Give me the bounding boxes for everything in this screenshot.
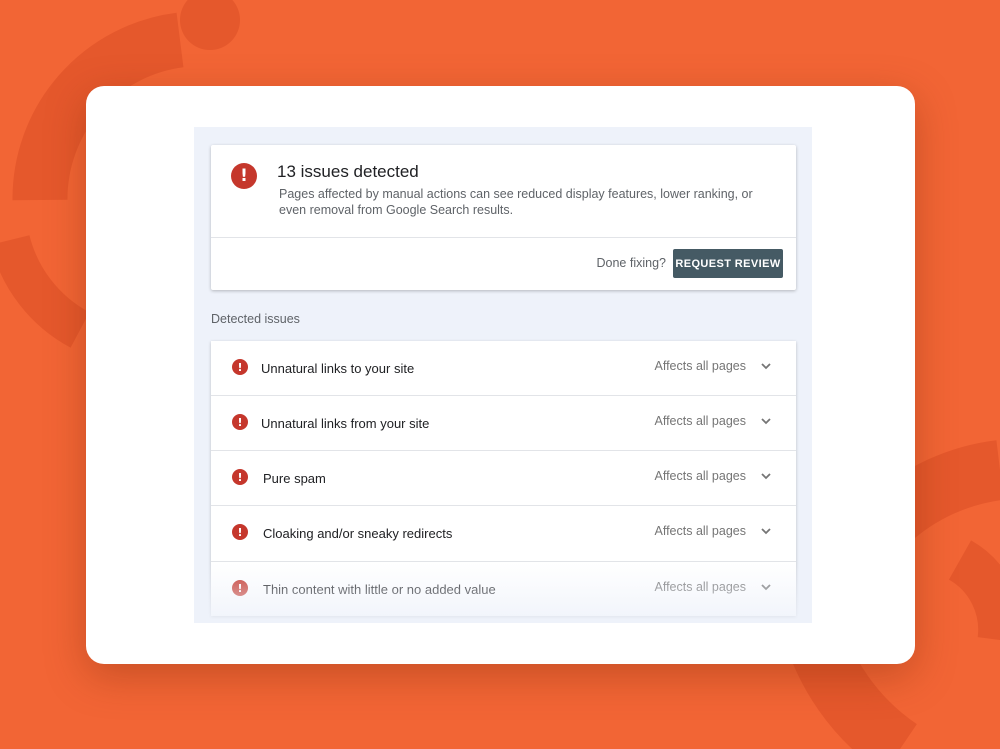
divider [211,237,796,238]
issue-list: ! Unnatural links to your site Affects a… [211,341,796,616]
content-card: ! 13 issues detected Pages affected by m… [86,86,915,664]
issue-scope: Affects all pages [654,580,747,594]
chevron-down-icon[interactable] [760,525,772,537]
issue-scope: Affects all pages [654,359,747,373]
issue-row[interactable]: ! Unnatural links from your site Affects… [211,396,796,451]
issue-title: Unnatural links to your site [261,361,415,376]
error-icon: ! [232,414,248,430]
summary-description: Pages affected by manual actions can see… [279,187,753,217]
manual-actions-panel: ! 13 issues detected Pages affected by m… [194,127,812,623]
section-label: Detected issues [211,312,300,326]
issue-title: Cloaking and/or sneaky redirects [263,526,453,541]
error-icon: ! [232,469,248,485]
issue-row[interactable]: ! Thin content with little or no added v… [211,562,796,616]
chevron-down-icon[interactable] [760,415,772,427]
chevron-down-icon[interactable] [760,360,772,372]
summary-title: 13 issues detected [277,162,419,181]
issue-row[interactable]: ! Pure spam Affects all pages [211,451,796,506]
error-icon: ! [232,524,248,540]
issue-row[interactable]: ! Cloaking and/or sneaky redirects Affec… [211,506,796,562]
error-icon: ! [232,359,248,375]
issue-scope: Affects all pages [654,524,747,538]
issue-scope: Affects all pages [654,469,747,483]
issue-title: Thin content with little or no added val… [263,582,496,597]
chevron-down-icon[interactable] [760,581,772,593]
request-review-button[interactable]: REQUEST REVIEW [673,249,783,278]
issue-row[interactable]: ! Unnatural links to your site Affects a… [211,341,796,396]
issue-title: Unnatural links from your site [261,416,430,431]
done-fixing-label: Done fixing? [596,256,667,270]
chevron-down-icon[interactable] [760,470,772,482]
error-icon: ! [232,580,248,596]
error-icon: ! [231,163,257,189]
issue-title: Pure spam [263,471,326,486]
issue-scope: Affects all pages [654,414,747,428]
issues-summary-card: ! 13 issues detected Pages affected by m… [211,145,796,290]
